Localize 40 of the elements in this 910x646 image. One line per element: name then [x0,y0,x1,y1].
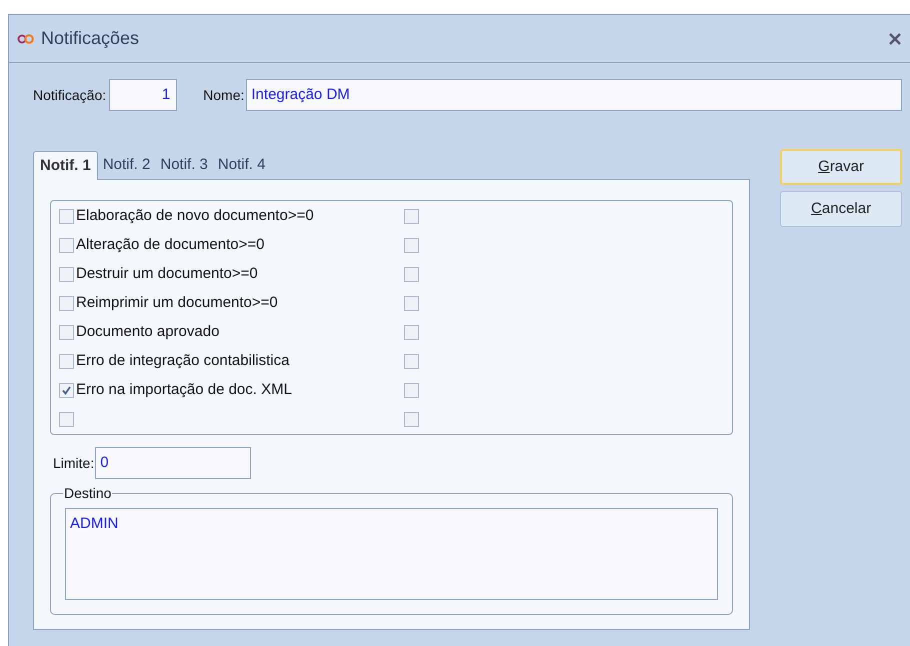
nome-label: Nome: [203,86,244,104]
limite-label: Limite: [53,454,94,472]
app-logo-icon [17,34,35,44]
dialog-button[interactable]: Gravar [780,149,902,185]
close-icon[interactable] [888,32,902,44]
notificacao-label: Notificação: [33,86,106,105]
checkbox[interactable] [59,324,74,340]
checkbox[interactable] [59,354,74,368]
dialog-button[interactable]: Cancelar [780,191,902,227]
window-title: Notificações [41,27,140,50]
event-label: Erro na importação de doc. XML [76,380,292,400]
notificacao-field[interactable]: 1 [109,79,178,111]
checkbox[interactable] [404,208,419,224]
event-label: Elaboração de novo documento>=0 [76,206,314,226]
checkbox[interactable] [404,296,419,310]
checkbox[interactable] [59,412,74,426]
checkbox[interactable] [404,382,419,398]
checkbox[interactable] [59,238,74,252]
event-label: Destruir um documento>=0 [76,264,258,284]
event-label: Documento aprovado [76,322,220,342]
tab[interactable]: Notif. 3 [155,151,213,179]
checkbox[interactable] [404,238,419,252]
event-label: Reimprimir um documento>=0 [76,292,278,313]
limite-field[interactable]: 0 [95,447,252,479]
checkbox[interactable] [59,208,74,224]
checkmark-icon [61,384,72,396]
checkbox[interactable] [59,266,74,282]
checkbox[interactable] [59,382,74,398]
tab[interactable]: Notif. 1 [33,151,98,180]
destino-field[interactable]: ADMIN [65,508,718,600]
checkbox[interactable] [404,324,419,340]
event-label: Alteração de documento>=0 [76,234,264,255]
checkbox[interactable] [404,412,419,426]
tab[interactable]: Notif. 2 [98,151,156,179]
checkbox[interactable] [404,266,419,282]
checkbox[interactable] [59,296,74,310]
event-label: Erro de integração contabilistica [76,350,290,371]
tab[interactable]: Notif. 4 [212,151,270,179]
nome-field[interactable]: Integração DM [246,79,902,111]
checkbox[interactable] [404,354,419,368]
